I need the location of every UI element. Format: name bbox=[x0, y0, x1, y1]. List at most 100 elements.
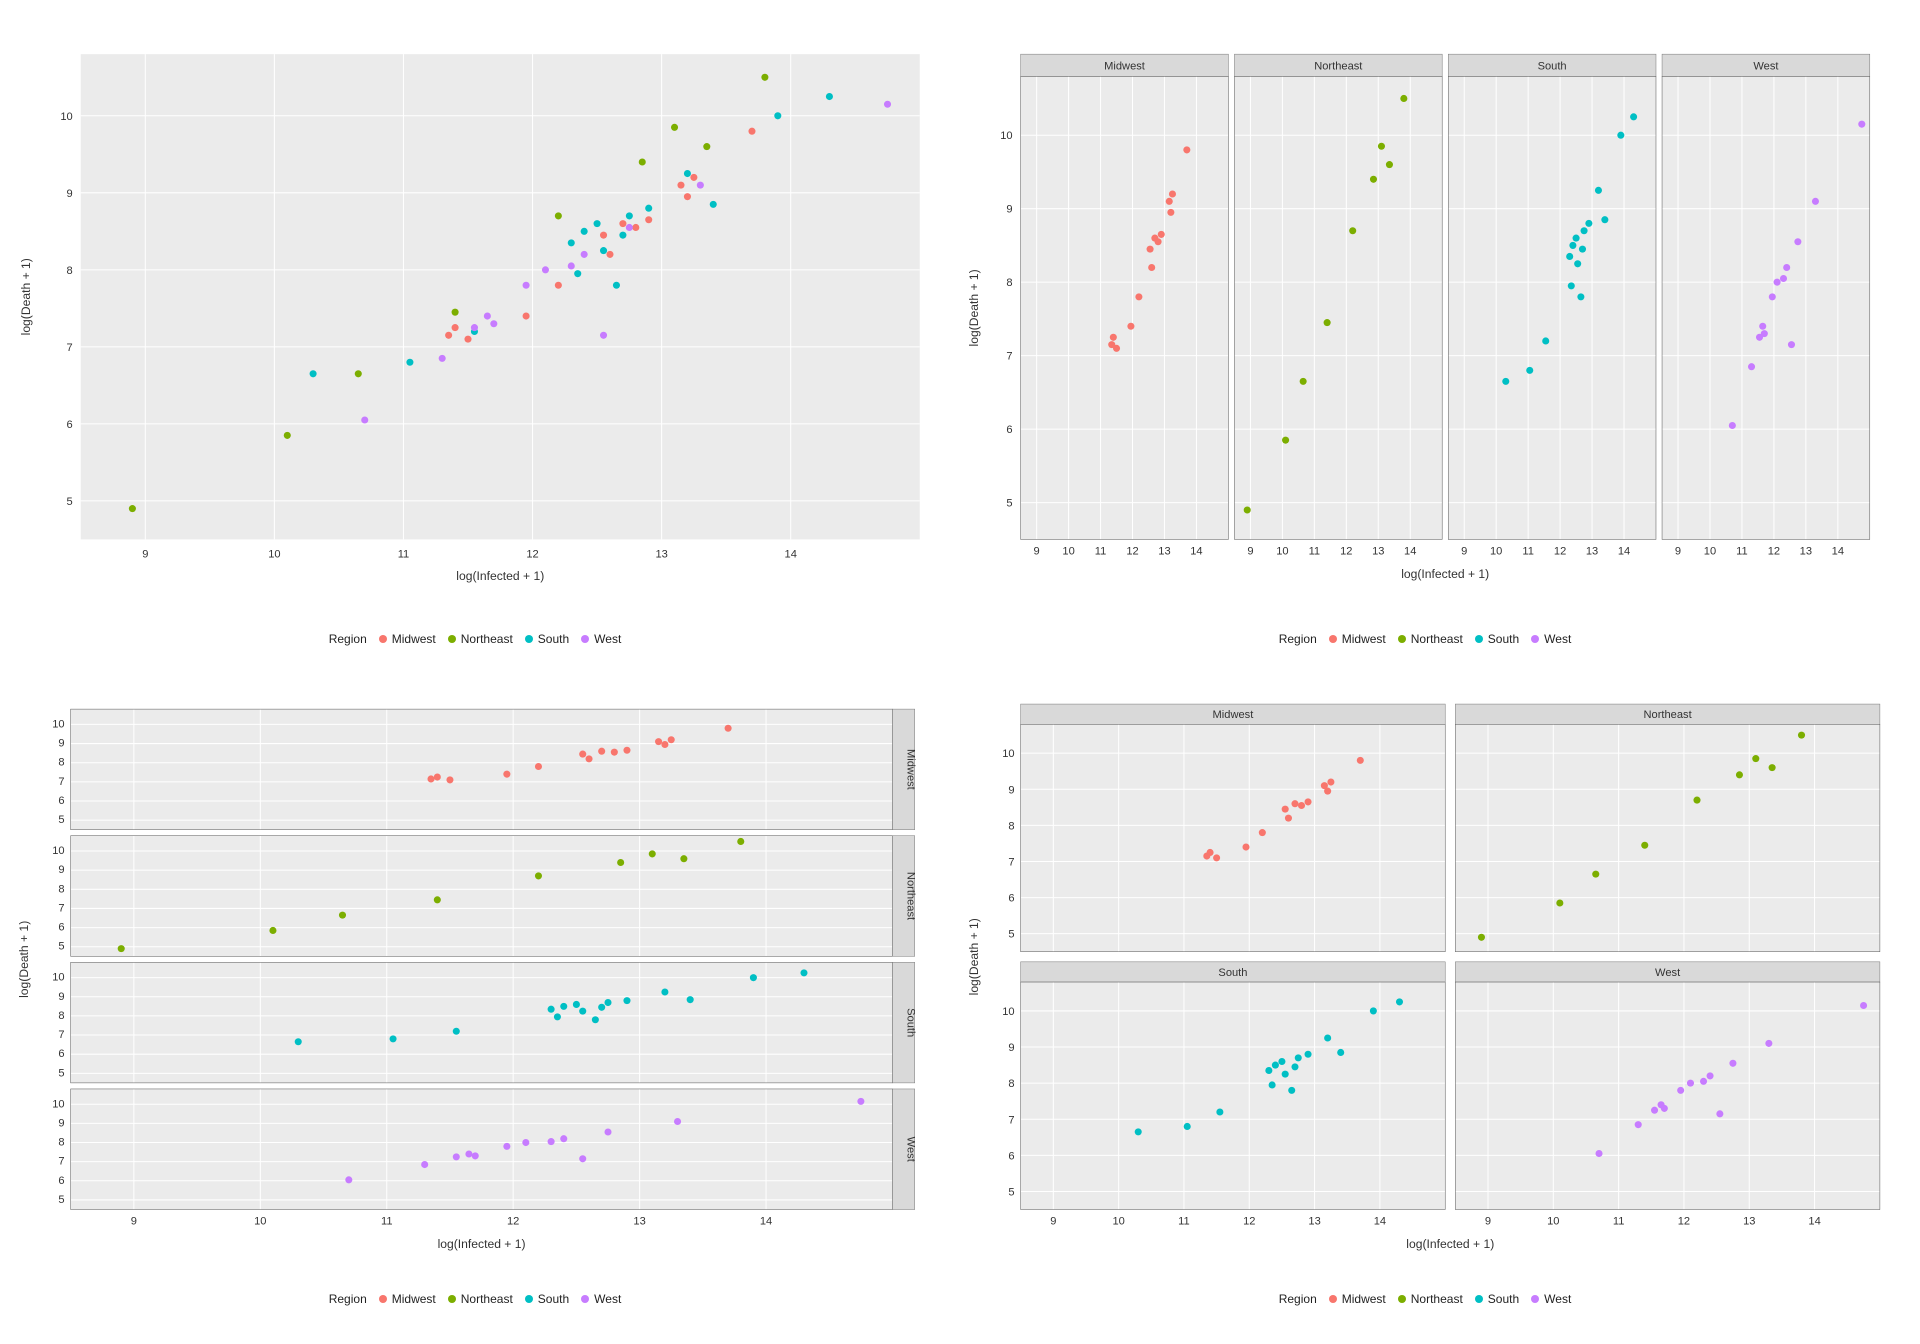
legend-label: Midwest bbox=[392, 1292, 436, 1306]
svg-text:10: 10 bbox=[1490, 546, 1502, 558]
svg-text:9: 9 bbox=[58, 1117, 64, 1129]
data-point bbox=[1324, 1034, 1331, 1041]
data-point bbox=[1736, 771, 1743, 778]
legend-facet-rows: RegionMidwestNortheastSouthWest bbox=[10, 1284, 940, 1310]
data-point bbox=[1291, 1063, 1298, 1070]
legend-title: Region bbox=[329, 632, 367, 646]
legend-item-south: South bbox=[1475, 632, 1519, 646]
svg-text:13: 13 bbox=[655, 549, 667, 561]
svg-text:7: 7 bbox=[1006, 351, 1012, 363]
figure-grid: 910111213145678910log(Infected + 1)log(D… bbox=[10, 10, 1890, 1310]
svg-text:8: 8 bbox=[1006, 277, 1012, 289]
data-point bbox=[761, 74, 768, 81]
data-point bbox=[1370, 176, 1377, 183]
data-point bbox=[1337, 1049, 1344, 1056]
data-point bbox=[284, 432, 291, 439]
svg-text:13: 13 bbox=[1308, 1216, 1320, 1228]
svg-text:13: 13 bbox=[1800, 546, 1812, 558]
data-point bbox=[748, 128, 755, 135]
legend-label: West bbox=[594, 1292, 621, 1306]
legend-label: South bbox=[538, 632, 569, 646]
svg-text:9: 9 bbox=[58, 991, 64, 1003]
data-point bbox=[626, 212, 633, 219]
data-point bbox=[750, 974, 757, 981]
data-point bbox=[1595, 187, 1602, 194]
svg-text:10: 10 bbox=[1112, 1216, 1124, 1228]
data-point bbox=[1617, 132, 1624, 139]
legend-dot-icon bbox=[1398, 1295, 1406, 1303]
svg-text:12: 12 bbox=[1126, 546, 1138, 558]
data-point bbox=[1213, 854, 1220, 861]
svg-text:9: 9 bbox=[58, 864, 64, 876]
svg-text:10: 10 bbox=[1002, 748, 1014, 760]
svg-text:10: 10 bbox=[1276, 546, 1288, 558]
data-point bbox=[445, 332, 452, 339]
data-point bbox=[1556, 899, 1563, 906]
data-point bbox=[604, 1128, 611, 1135]
scatter-facet-wrap: Midwest5678910NortheastSouth567891091011… bbox=[960, 670, 1890, 1284]
data-point bbox=[345, 1176, 352, 1183]
facet-strip: Northeast bbox=[1644, 709, 1692, 721]
data-point bbox=[1282, 437, 1289, 444]
data-point bbox=[1242, 843, 1249, 850]
legend-item-midwest: Midwest bbox=[1329, 1292, 1386, 1306]
svg-text:12: 12 bbox=[1554, 546, 1566, 558]
svg-text:13: 13 bbox=[1586, 546, 1598, 558]
facet-strip: Midwest bbox=[1104, 60, 1145, 72]
data-point bbox=[1748, 363, 1755, 370]
svg-text:10: 10 bbox=[52, 972, 64, 984]
legend-combined: RegionMidwestNortheastSouthWest bbox=[10, 624, 940, 650]
data-point bbox=[471, 324, 478, 331]
data-point bbox=[684, 170, 691, 177]
data-point bbox=[522, 1139, 529, 1146]
data-point bbox=[1166, 198, 1173, 205]
data-point bbox=[1285, 815, 1292, 822]
data-point bbox=[671, 124, 678, 131]
svg-text:10: 10 bbox=[268, 549, 280, 561]
data-point bbox=[1207, 849, 1214, 856]
svg-text:8: 8 bbox=[58, 757, 64, 769]
svg-text:12: 12 bbox=[1678, 1216, 1690, 1228]
data-point bbox=[1769, 764, 1776, 771]
svg-text:7: 7 bbox=[1008, 1114, 1014, 1126]
svg-text:7: 7 bbox=[58, 1156, 64, 1168]
legend-title: Region bbox=[1279, 1292, 1317, 1306]
svg-text:14: 14 bbox=[1404, 546, 1416, 558]
svg-text:6: 6 bbox=[58, 795, 64, 807]
data-point bbox=[548, 1006, 555, 1013]
svg-text:5: 5 bbox=[58, 1067, 64, 1079]
data-point bbox=[1752, 755, 1759, 762]
data-point bbox=[800, 969, 807, 976]
panel-facet-rows: Midwest5678910Northeast5678910South56789… bbox=[10, 670, 940, 1310]
facet-strip: West bbox=[1753, 60, 1778, 72]
data-point bbox=[1592, 871, 1599, 878]
data-point bbox=[1707, 1072, 1714, 1079]
data-point bbox=[725, 725, 732, 732]
data-point bbox=[592, 1016, 599, 1023]
legend-facet-wrap: RegionMidwestNortheastSouthWest bbox=[960, 1284, 1890, 1310]
data-point bbox=[1357, 757, 1364, 764]
data-point bbox=[464, 336, 471, 343]
data-point bbox=[687, 996, 694, 1003]
svg-text:11: 11 bbox=[1736, 546, 1748, 558]
data-point bbox=[1860, 1002, 1867, 1009]
data-point bbox=[598, 748, 605, 755]
svg-text:8: 8 bbox=[58, 883, 64, 895]
svg-text:9: 9 bbox=[1461, 546, 1467, 558]
legend-facet-cols: RegionMidwestNortheastSouthWest bbox=[960, 624, 1890, 650]
data-point bbox=[1687, 1080, 1694, 1087]
data-point bbox=[639, 158, 646, 165]
data-point bbox=[129, 505, 136, 512]
data-point bbox=[295, 1038, 302, 1045]
legend-dot-icon bbox=[379, 635, 387, 643]
svg-text:14: 14 bbox=[1832, 546, 1844, 558]
svg-text:14: 14 bbox=[1808, 1216, 1820, 1228]
legend-dot-icon bbox=[1475, 635, 1483, 643]
facet-strip: West bbox=[1655, 967, 1680, 979]
data-point bbox=[586, 755, 593, 762]
data-point bbox=[598, 1004, 605, 1011]
data-point bbox=[568, 239, 575, 246]
data-point bbox=[677, 182, 684, 189]
data-point bbox=[1581, 227, 1588, 234]
data-point bbox=[703, 143, 710, 150]
